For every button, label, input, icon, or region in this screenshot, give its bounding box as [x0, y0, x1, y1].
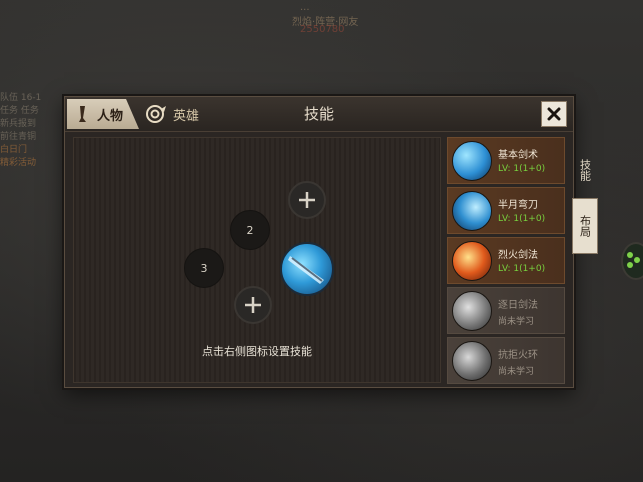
skill-item-fire-ring[interactable]: 抗拒火环 尚未学习	[447, 337, 565, 384]
skill-slot-3[interactable]: 3	[184, 248, 224, 288]
hud-target-name: ...	[300, 2, 310, 13]
quest-line: 新兵报到	[0, 119, 37, 129]
quest-tracker: 队伍 16-1 任务 任务 新兵报到 前往青铜 白日门 精彩活动	[0, 92, 64, 170]
skill-panel: 人物 英雄 技能 2 3 点击右侧图标设置技能 基本剑术 LV: 1(1+0) …	[64, 96, 574, 388]
sun-chase-icon	[452, 291, 492, 331]
side-tab-skills-label: 技能	[578, 159, 592, 181]
quest-line: 队伍 16-1	[0, 93, 42, 103]
skill-level: LV: 1(1+0)	[498, 164, 546, 174]
fire-ring-icon	[452, 341, 492, 381]
skill-name: 半月弯刀	[498, 200, 538, 211]
skill-level: 尚未学习	[498, 367, 535, 377]
skill-level: LV: 1(1+0)	[498, 264, 546, 274]
skill-item-sun-chase[interactable]: 逐日剑法 尚未学习	[447, 287, 565, 334]
skill-name: 基本剑术	[498, 150, 538, 161]
flame-sword-icon	[452, 241, 492, 281]
panel-header: 人物 英雄 技能	[65, 97, 573, 132]
add-skill-slot-bottom[interactable]	[234, 286, 272, 324]
sword-slash-icon	[288, 256, 324, 284]
skill-item-flame-sword[interactable]: 烈火剑法 LV: 1(1+0)	[447, 237, 565, 284]
side-tab-skills[interactable]: 技能	[573, 150, 597, 190]
side-tab-layout-label: 布局	[578, 215, 592, 237]
skill-item-basic-sword[interactable]: 基本剑术 LV: 1(1+0)	[447, 137, 565, 184]
close-icon	[547, 107, 561, 121]
skill-slot-2[interactable]: 2	[230, 210, 270, 250]
quest-line: 白日门	[0, 145, 28, 155]
skill-name: 抗拒火环	[498, 350, 538, 361]
panel-title: 技能	[303, 105, 334, 123]
skill-slot-area: 2 3 点击右侧图标设置技能	[73, 137, 441, 383]
quest-line: 前往青铜	[0, 132, 37, 142]
skill-item-half-moon[interactable]: 半月弯刀 LV: 1(1+0)	[447, 187, 565, 234]
plus-icon	[299, 192, 315, 208]
menu-orb-icon[interactable]	[621, 242, 643, 280]
skill-name: 烈火剑法	[498, 250, 538, 261]
quest-line: 任务 任务	[0, 106, 39, 116]
add-skill-slot-top[interactable]	[288, 181, 326, 219]
hud-target-hp: 2550780	[300, 24, 345, 35]
skill-list: 基本剑术 LV: 1(1+0) 半月弯刀 LV: 1(1+0) 烈火剑法 LV:…	[447, 137, 565, 387]
equipped-basic-sword-skill[interactable]	[280, 242, 334, 296]
plus-icon	[245, 297, 261, 313]
quest-line: 精彩活动	[0, 158, 37, 168]
close-button[interactable]	[541, 101, 567, 127]
sword-slash-icon	[452, 141, 492, 181]
skill-name: 逐日剑法	[498, 300, 538, 311]
crescent-blade-icon	[452, 191, 492, 231]
skill-level: 尚未学习	[498, 317, 535, 327]
skill-level: LV: 1(1+0)	[498, 214, 546, 224]
skill-hint-text: 点击右侧图标设置技能	[202, 345, 312, 358]
side-tab-layout[interactable]: 布局	[572, 198, 598, 254]
